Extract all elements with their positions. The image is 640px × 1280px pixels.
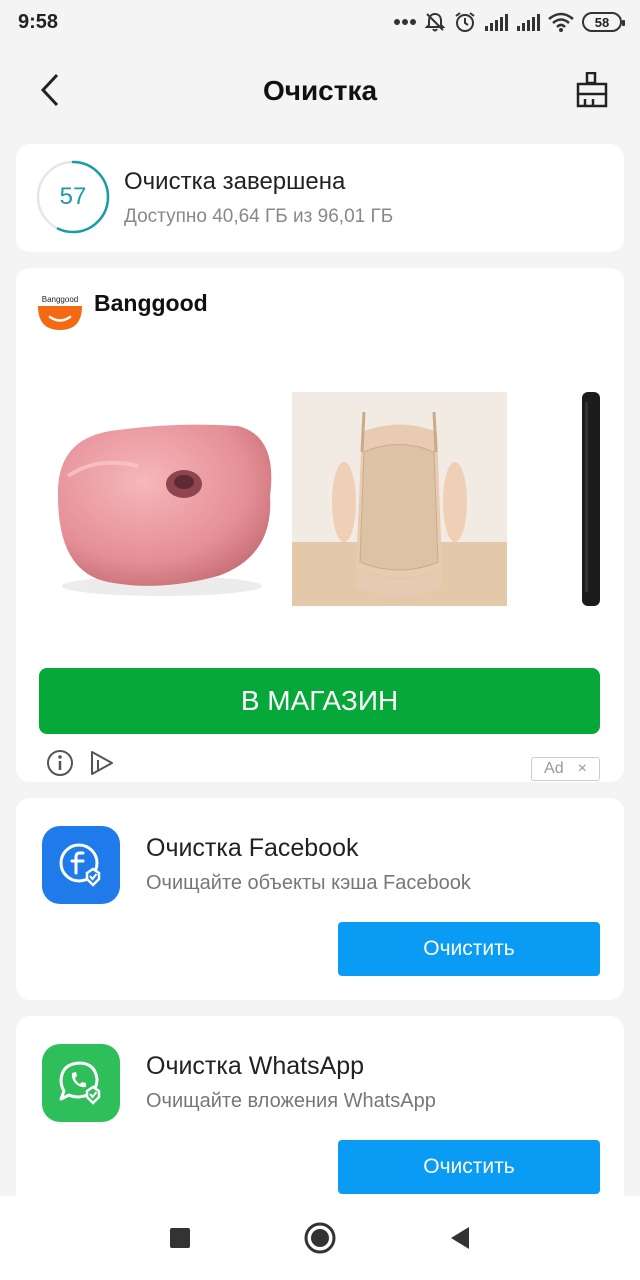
svg-text:Banggood: Banggood [42, 295, 78, 304]
storage-subtitle: Доступно 40,64 ГБ из 96,01 ГБ [124, 206, 394, 227]
facebook-cleanup-card: Очистка Facebook Очищайте объекты кэша F… [16, 798, 624, 1000]
wifi-icon [548, 12, 574, 32]
circle-home-icon [304, 1222, 336, 1254]
signal-icon [485, 14, 508, 31]
ad-product-carousel[interactable] [16, 386, 600, 616]
signal-icon [517, 14, 540, 31]
feature-title: Очистка Facebook [146, 834, 359, 862]
black-device-image[interactable] [582, 392, 600, 606]
ad-badge[interactable]: Ad × [531, 757, 600, 781]
shop-button[interactable]: В МАГАЗИН [39, 668, 600, 734]
back-arrow-icon [40, 73, 59, 107]
triangle-back-icon [451, 1227, 469, 1249]
clean-action-button[interactable] [572, 70, 612, 110]
facebook-clean-icon [42, 826, 120, 904]
broom-clean-icon [576, 72, 608, 108]
status-icons: 58 [394, 11, 625, 33]
page-title: Очистка [262, 75, 378, 106]
system-nav-bar [0, 1196, 640, 1280]
alarm-icon [455, 12, 475, 32]
storage-score: 57 [59, 183, 87, 210]
banggood-logo: Banggood [38, 295, 82, 330]
battery-icon: 58 [582, 12, 625, 32]
ad-badge-label: Ad [544, 760, 564, 777]
status-time: 9:58 [18, 10, 59, 33]
ad-card[interactable]: Banggood Banggood В МАГАЗИН Ad × [16, 268, 624, 782]
ad-close-icon[interactable]: × [578, 760, 587, 778]
clear-whatsapp-button[interactable]: Очистить [338, 1140, 600, 1194]
feature-title: Очистка WhatsApp [146, 1052, 365, 1080]
nav-back-button[interactable] [440, 1218, 480, 1258]
storage-status-card: 57 Очистка завершена Доступно 40,64 ГБ и… [16, 144, 624, 252]
info-icon[interactable] [45, 748, 75, 778]
feature-subtitle: Очищайте объекты кэша Facebook [146, 872, 471, 894]
storage-title: Очистка завершена [124, 168, 346, 195]
whatsapp-cleanup-card: Очистка WhatsApp Очищайте вложения Whats… [16, 1016, 624, 1216]
app-header: Очистка [0, 56, 640, 126]
brand-name: Banggood [94, 290, 208, 316]
clear-facebook-button[interactable]: Очистить [338, 922, 600, 976]
home-button[interactable] [300, 1218, 340, 1258]
back-button[interactable] [32, 72, 68, 108]
beige-shapewear-image[interactable] [292, 392, 507, 606]
whatsapp-clean-icon [42, 1044, 120, 1122]
square-recents-icon [170, 1228, 190, 1248]
adchoices-icon[interactable] [86, 748, 116, 778]
recents-button[interactable] [160, 1218, 200, 1258]
status-bar: 9:58 58 [0, 0, 640, 44]
pink-donut-cushion-image[interactable] [38, 386, 286, 616]
mute-bell-icon [424, 12, 446, 32]
more-dots-icon [394, 19, 416, 25]
feature-subtitle: Очищайте вложения WhatsApp [146, 1090, 436, 1112]
